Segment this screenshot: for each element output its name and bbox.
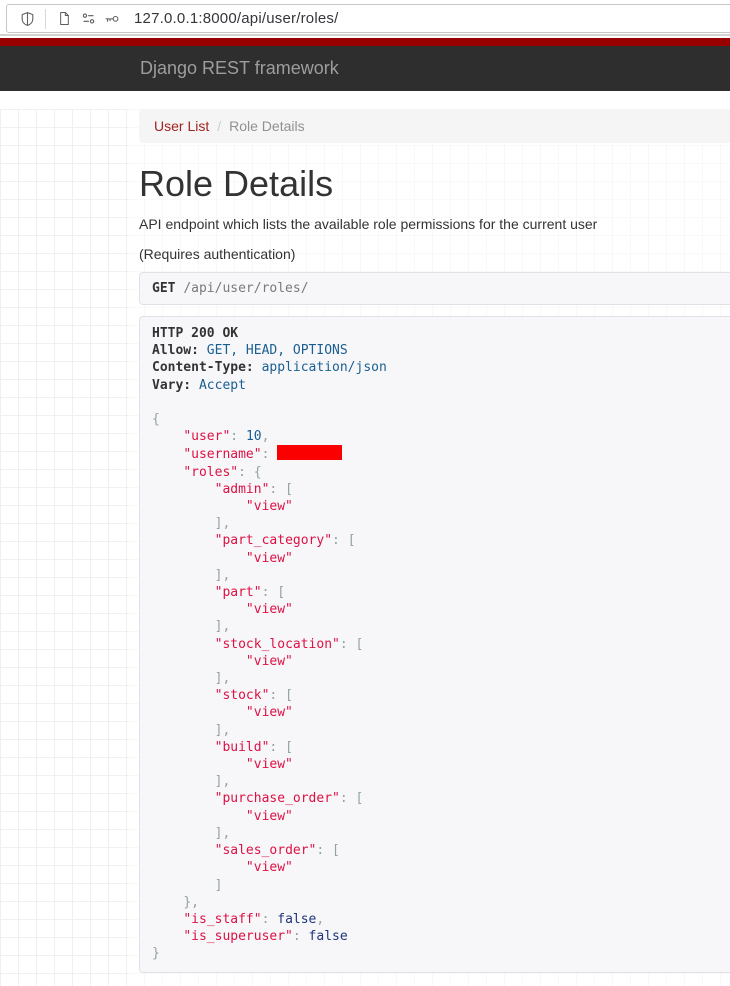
request-info: GET /api/user/roles/ (139, 272, 730, 305)
key-icon[interactable] (100, 7, 124, 31)
breadcrumb-separator: / (217, 118, 221, 134)
site-navbar: Django REST framework (0, 46, 730, 91)
breadcrumb-link-user-list[interactable]: User List (154, 118, 209, 134)
breadcrumb: User List / Role Details (139, 109, 730, 143)
url-input[interactable]: 127.0.0.1:8000/api/user/roles/ (6, 4, 730, 33)
redaction-box (277, 445, 342, 460)
request-method: GET (152, 281, 175, 296)
page-title: Role Details (139, 164, 730, 204)
permissions-icon[interactable] (76, 7, 100, 31)
page-icon[interactable] (52, 7, 76, 31)
url-text[interactable]: 127.0.0.1:8000/api/user/roles/ (134, 10, 338, 27)
accent-stripe (0, 38, 730, 46)
browser-toolbar: 127.0.0.1:8000/api/user/roles/ (0, 0, 730, 36)
shield-icon[interactable] (15, 7, 39, 31)
request-path: /api/user/roles/ (183, 281, 308, 296)
auth-note: (Requires authentication) (139, 244, 730, 264)
response-info: HTTP 200 OK Allow: GET, HEAD, OPTIONS Co… (139, 316, 730, 973)
response-body: HTTP 200 OK Allow: GET, HEAD, OPTIONS Co… (152, 325, 730, 963)
content-container: User List / Role Details Role Details AP… (129, 109, 730, 986)
toolbar-divider (45, 9, 46, 29)
endpoint-description: API endpoint which lists the available r… (139, 214, 730, 234)
page-background: User List / Role Details Role Details AP… (0, 109, 730, 986)
breadcrumb-current: Role Details (229, 118, 304, 134)
navbar-brand[interactable]: Django REST framework (140, 58, 339, 79)
